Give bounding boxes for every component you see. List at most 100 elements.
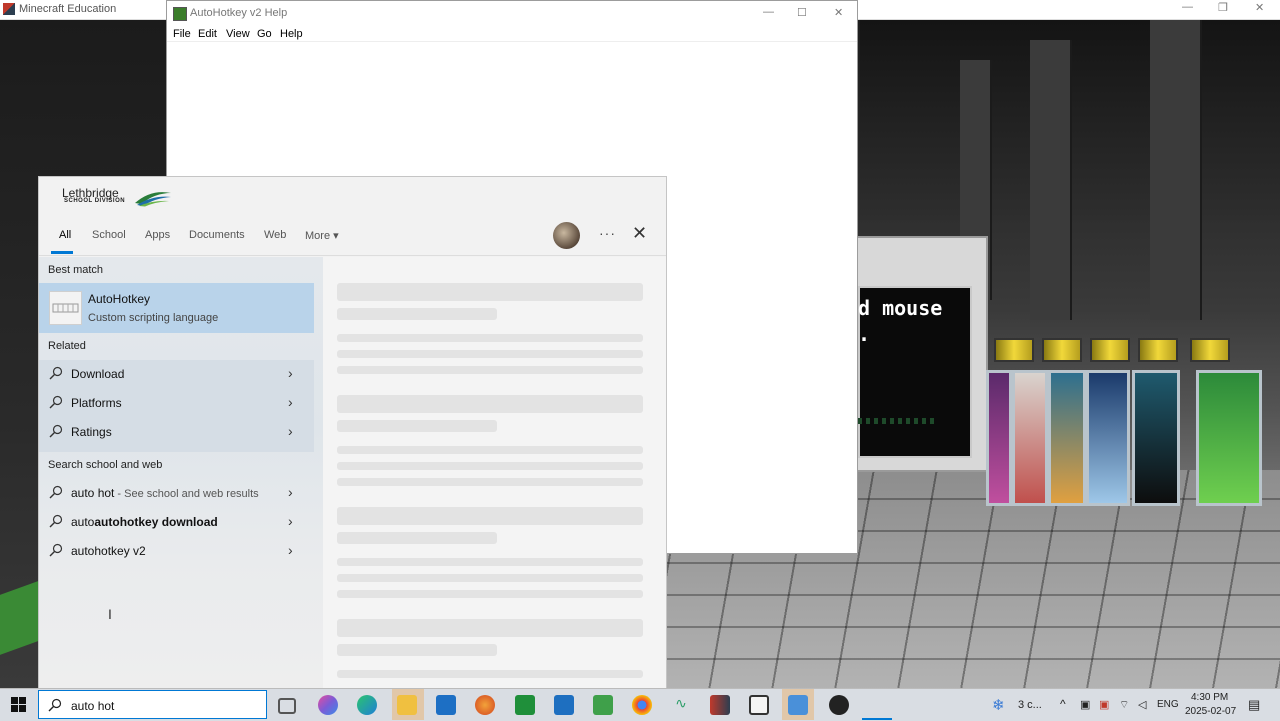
- tab-all[interactable]: All: [59, 229, 71, 241]
- menu-divider: [167, 41, 857, 42]
- active-tab-indicator: [51, 251, 73, 254]
- tab-apps[interactable]: Apps: [145, 229, 170, 241]
- notepad-icon[interactable]: [749, 695, 769, 715]
- related-item-download[interactable]: Download ›: [39, 360, 314, 388]
- minimize-icon[interactable]: —: [763, 6, 774, 18]
- file-explorer-icon[interactable]: [397, 695, 417, 715]
- more-options-icon[interactable]: ···: [599, 225, 616, 241]
- weather-text[interactable]: 3 c...: [1018, 699, 1042, 711]
- web-result-autohotkey-download[interactable]: autoautohotkey download ›: [39, 508, 314, 536]
- activity-icon[interactable]: ∿: [671, 695, 691, 715]
- tab-web[interactable]: Web: [264, 229, 286, 241]
- related-heading: Related: [48, 340, 86, 352]
- ahk-help-taskbar-icon[interactable]: [788, 695, 808, 715]
- loading-placeholder: [337, 574, 643, 582]
- close-search-icon[interactable]: ✕: [632, 223, 647, 244]
- taskbar: auto hot ∿ ❄ 3 c... ^ ▣ ▣ ⌔ ◁ ENG 4:30 P…: [0, 688, 1280, 721]
- edge-icon[interactable]: [357, 695, 377, 715]
- search-icon: [49, 514, 63, 528]
- close-icon[interactable]: ✕: [834, 6, 843, 19]
- game-poster: [1048, 370, 1086, 506]
- loading-placeholder: [337, 446, 643, 454]
- menu-help[interactable]: Help: [280, 28, 303, 40]
- minimize-icon[interactable]: —: [1182, 1, 1193, 13]
- minecraft-taskbar-icon[interactable]: [710, 695, 730, 715]
- web-result-query: auto hot: [71, 486, 115, 500]
- chevron-up-icon[interactable]: ^: [1060, 697, 1066, 711]
- loading-placeholder: [337, 507, 643, 525]
- tab-documents[interactable]: Documents: [189, 229, 245, 241]
- taskbar-search-input[interactable]: auto hot: [71, 699, 114, 713]
- search-icon: [49, 366, 63, 380]
- chevron-right-icon: ›: [288, 394, 293, 410]
- menu-edit[interactable]: Edit: [198, 28, 217, 40]
- maximize-icon[interactable]: ❐: [1218, 1, 1228, 14]
- menu-go[interactable]: Go: [257, 28, 272, 40]
- chevron-right-icon: ›: [288, 542, 293, 558]
- minecraft-edu-icon[interactable]: [593, 695, 613, 715]
- tray-app-icon[interactable]: ▣: [1080, 698, 1090, 711]
- tabs-divider: [39, 255, 666, 256]
- obs-record-icon[interactable]: [829, 695, 849, 715]
- minecraft-app-icon: [3, 3, 15, 15]
- related-item-ratings[interactable]: Ratings ›: [39, 418, 314, 446]
- tab-school[interactable]: School: [92, 229, 126, 241]
- sheets-icon[interactable]: [515, 695, 535, 715]
- copilot-icon[interactable]: [318, 695, 338, 715]
- menu-file[interactable]: File: [173, 28, 191, 40]
- related-item-platforms[interactable]: Platforms ›: [39, 389, 314, 417]
- task-view-icon[interactable]: [278, 698, 296, 714]
- menu-view[interactable]: View: [226, 28, 250, 40]
- chrome-icon[interactable]: [632, 695, 652, 715]
- web-result-autohotkey-v2[interactable]: autohotkey v2 ›: [39, 537, 314, 565]
- search-icon: [49, 395, 63, 409]
- search-web-heading: Search school and web: [48, 459, 163, 471]
- loading-placeholder: [337, 670, 643, 678]
- loading-placeholder: [337, 395, 643, 413]
- close-icon[interactable]: ✕: [1255, 1, 1264, 14]
- web-result-auto-hot[interactable]: auto hot - See school and web results ›: [39, 479, 314, 507]
- loading-placeholder: [337, 334, 643, 342]
- clock-date[interactable]: 2025-02-07: [1185, 706, 1236, 717]
- notification-icon[interactable]: ▤: [1248, 697, 1260, 713]
- loading-placeholder: [337, 478, 643, 486]
- mail-icon[interactable]: [554, 695, 574, 715]
- search-icon: [48, 698, 62, 712]
- store-icon[interactable]: [436, 695, 456, 715]
- clock-time[interactable]: 4:30 PM: [1191, 692, 1228, 703]
- volume-icon[interactable]: ◁: [1138, 698, 1146, 711]
- chevron-right-icon: ›: [288, 365, 293, 381]
- web-result-suffix: - See school and web results: [114, 488, 259, 500]
- chevron-right-icon: ›: [288, 423, 293, 439]
- game-lamp: [1042, 338, 1082, 362]
- autohotkey-app-icon: [49, 291, 82, 325]
- game-poster: [1012, 370, 1048, 506]
- tab-more-label: More: [305, 230, 331, 242]
- loading-placeholder: [337, 366, 643, 374]
- game-display-text: d mouse: [858, 296, 943, 320]
- web-result-label: autoautohotkey download: [71, 515, 218, 529]
- tab-more[interactable]: More ▾: [305, 229, 339, 242]
- search-icon: [49, 543, 63, 557]
- related-item-label: Ratings: [71, 425, 112, 439]
- game-lamp: [1090, 338, 1130, 362]
- taskbar-search-box[interactable]: auto hot: [38, 690, 267, 719]
- loading-placeholder: [337, 644, 497, 656]
- security-icon[interactable]: ▣: [1099, 698, 1109, 711]
- game-lights: [986, 338, 1280, 362]
- weather-snow-icon[interactable]: ❄: [992, 696, 1005, 714]
- wifi-icon[interactable]: ⌔: [1119, 698, 1129, 712]
- user-avatar[interactable]: [553, 222, 580, 249]
- game-display-bar: [858, 418, 938, 424]
- firefox-icon[interactable]: [475, 695, 495, 715]
- windows-start-icon[interactable]: [11, 697, 26, 712]
- game-poster: [1196, 370, 1262, 506]
- language-indicator[interactable]: ENG: [1157, 699, 1179, 710]
- game-lamp: [1190, 338, 1230, 362]
- web-result-label: autohotkey v2: [71, 544, 146, 558]
- maximize-icon[interactable]: ☐: [797, 6, 807, 19]
- start-search-panel[interactable]: Lethbridge SCHOOL DIVISION All School Ap…: [38, 176, 667, 690]
- loading-placeholder: [337, 619, 643, 637]
- game-posters: [986, 370, 1280, 520]
- org-logo-swoosh-icon: [135, 192, 171, 207]
